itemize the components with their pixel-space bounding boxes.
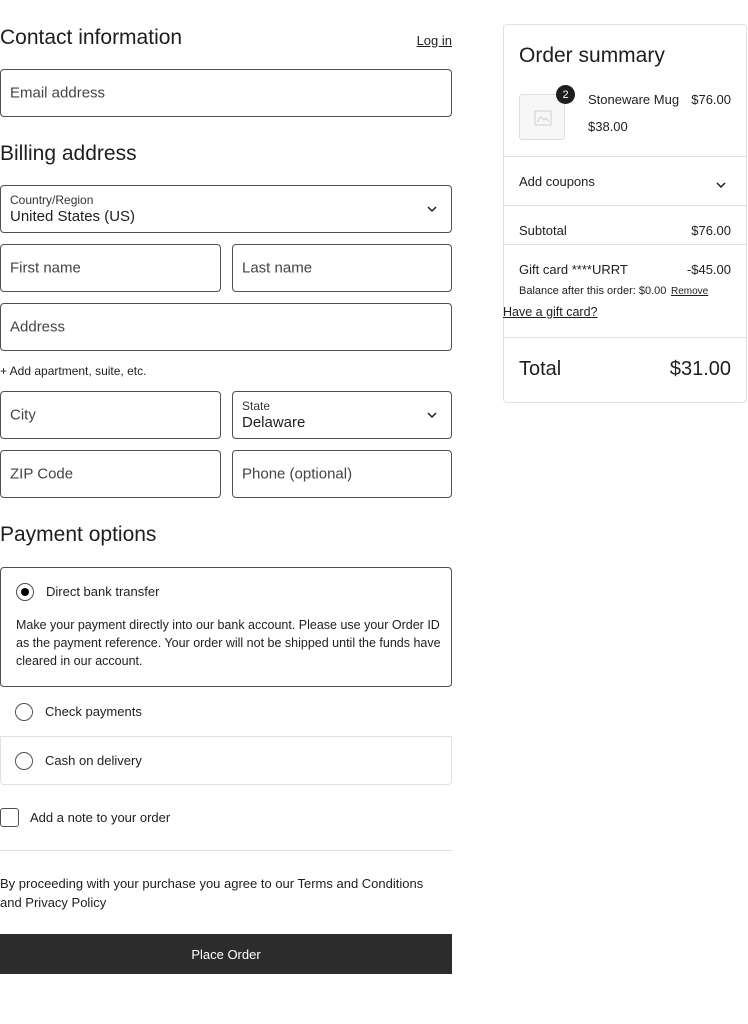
email-input[interactable]: Email address: [0, 69, 452, 117]
subtotal-row: Subtotal $76.00: [504, 205, 746, 244]
chevron-down-icon: [427, 204, 437, 214]
radio-check-payments[interactable]: [15, 703, 33, 721]
subtotal-value: $76.00: [691, 223, 731, 238]
contact-title: Contact information: [0, 26, 183, 49]
phone-placeholder: Phone (optional): [242, 465, 353, 483]
country-label: Country/Region: [10, 193, 94, 207]
country-value: United States (US): [10, 208, 136, 225]
state-label: State: [242, 399, 271, 413]
email-placeholder: Email address: [10, 84, 106, 102]
city-input[interactable]: City: [0, 391, 221, 439]
note-checkbox[interactable]: [0, 808, 19, 827]
summary-title: Order summary: [519, 44, 665, 67]
remove-giftcard-link[interactable]: Remove: [671, 286, 708, 297]
image-placeholder-icon: [534, 110, 552, 126]
coupons-toggle[interactable]: Add coupons: [504, 156, 746, 205]
quantity-badge: 2: [556, 85, 575, 104]
first-name-input[interactable]: First name: [0, 244, 221, 292]
giftcard-label: Gift card ****URRT: [519, 262, 628, 277]
subtotal-label: Subtotal: [519, 223, 567, 238]
zip-input[interactable]: ZIP Code: [0, 450, 221, 498]
item-name: Stoneware Mug: [588, 92, 680, 107]
zip-placeholder: ZIP Code: [10, 465, 74, 483]
cash-on-delivery-label: Cash on delivery: [45, 753, 142, 768]
terms-text: By proceeding with your purchase you agr…: [0, 876, 424, 910]
phone-input[interactable]: Phone (optional): [232, 450, 452, 498]
city-placeholder: City: [10, 406, 36, 424]
payment-option-check[interactable]: Check payments: [0, 687, 452, 737]
check-payments-label: Check payments: [45, 704, 142, 719]
total-row: Total $31.00: [504, 337, 746, 403]
state-select[interactable]: State Delaware: [232, 391, 452, 439]
place-order-button[interactable]: Place Order: [0, 934, 452, 974]
first-name-placeholder: First name: [10, 259, 81, 277]
balance-text: Balance after this order: $0.00: [519, 285, 667, 297]
chevron-down-icon: [427, 410, 437, 420]
giftcard-value: -$45.00: [686, 262, 731, 277]
have-giftcard-link[interactable]: Have a gift card?: [503, 305, 598, 319]
order-summary: Order summary 2 Stoneware Mug $76.00 $38…: [503, 24, 747, 403]
last-name-input[interactable]: Last name: [232, 244, 452, 292]
item-total: $76.00: [691, 92, 731, 107]
divider: [0, 850, 452, 851]
giftcard-row: Gift card ****URRT -$45.00 Balance after…: [503, 244, 746, 337]
item-unit-price: $38.00: [588, 119, 628, 134]
payment-title: Payment options: [0, 523, 157, 546]
payment-option-bank[interactable]: Direct bank transfer Make your payment d…: [0, 567, 452, 687]
payment-option-cod[interactable]: Cash on delivery: [1, 738, 451, 784]
add-apartment-link[interactable]: + Add apartment, suite, etc.: [0, 364, 146, 378]
address-input[interactable]: Address: [0, 303, 452, 351]
bank-description: Make your payment directly into our bank…: [16, 618, 441, 668]
address-placeholder: Address: [10, 318, 66, 336]
state-value: Delaware: [242, 414, 306, 431]
last-name-placeholder: Last name: [242, 259, 313, 277]
bank-transfer-label: Direct bank transfer: [46, 584, 160, 599]
country-select[interactable]: Country/Region United States (US): [0, 185, 452, 233]
total-value: $31.00: [669, 358, 731, 380]
coupons-label: Add coupons: [519, 174, 595, 189]
total-label: Total: [519, 358, 562, 380]
login-link[interactable]: Log in: [417, 33, 452, 48]
chevron-down-icon: [716, 177, 726, 195]
radio-bank-transfer[interactable]: [16, 583, 34, 601]
radio-cash-on-delivery[interactable]: [15, 752, 33, 770]
billing-title: Billing address: [0, 142, 137, 165]
note-label: Add a note to your order: [30, 810, 171, 825]
